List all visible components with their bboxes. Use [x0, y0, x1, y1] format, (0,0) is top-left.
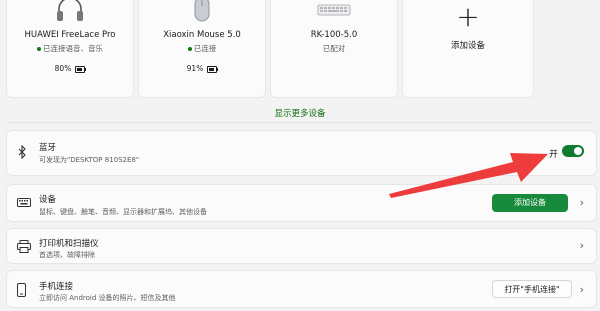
- headphones-icon: [55, 0, 85, 27]
- battery-icon: [75, 65, 87, 73]
- plus-icon: +: [456, 0, 480, 33]
- device-battery: 80%: [7, 64, 133, 73]
- divider: [6, 122, 594, 123]
- keyboard-devices-icon: [17, 198, 31, 211]
- chevron-right-icon[interactable]: ›: [580, 283, 584, 296]
- battery-icon: [207, 65, 219, 73]
- printers-row[interactable]: 打印机和扫描仪 首选项、故障排除 ›: [6, 228, 597, 264]
- device-name: HUAWEI FreeLace Pro: [24, 30, 116, 40]
- device-card-keyboard[interactable]: RK-100-5.0 已配对: [270, 0, 398, 98]
- connected-dot-icon: [187, 47, 192, 51]
- row-title: 打印机和扫描仪: [39, 239, 99, 249]
- device-status-text: 已连接: [193, 44, 217, 53]
- bluetooth-icon: [17, 144, 27, 162]
- add-device-button[interactable]: 添加设备: [492, 194, 568, 212]
- bluetooth-row: 蓝牙 可发现为"DESKTOP 810S2E8" 开: [6, 130, 597, 176]
- row-title: 蓝牙: [39, 143, 57, 153]
- device-name: Xiaoxin Mouse 5.0: [163, 30, 241, 40]
- battery-percent: 91%: [186, 64, 204, 73]
- keyboard-icon: [316, 0, 352, 29]
- printer-icon: [17, 240, 31, 256]
- row-subtitle: 首选项、故障排除: [39, 251, 95, 259]
- device-card-huawei[interactable]: HUAWEI FreeLace Pro 已连接语音、音乐 80%: [6, 0, 134, 98]
- device-status: 已配对: [322, 44, 346, 53]
- add-device-label: 添加设备: [450, 41, 485, 51]
- chevron-right-icon[interactable]: ›: [580, 239, 584, 252]
- toggle-label: 开: [548, 150, 558, 160]
- show-more-devices-link[interactable]: 显示更多设备: [0, 107, 600, 119]
- device-status: 已连接: [139, 43, 265, 54]
- device-name: RK-100-5.0: [310, 30, 358, 40]
- phone-icon: [17, 283, 26, 300]
- row-title: 手机连接: [39, 282, 74, 292]
- devices-row[interactable]: 设备 鼠标、键盘、触笔、音频、显示器和扩展坞、其他设备 添加设备 ›: [6, 184, 597, 222]
- row-title: 设备: [39, 195, 57, 205]
- bluetooth-toggle[interactable]: [562, 145, 584, 157]
- device-battery: 91%: [139, 64, 265, 73]
- phone-link-row[interactable]: 手机连接 立即访问 Android 设备的照片、短信及其他 打开"手机连接" ›: [6, 270, 597, 308]
- device-card-mouse[interactable]: Xiaoxin Mouse 5.0 已连接 91%: [138, 0, 266, 98]
- open-phone-link-button[interactable]: 打开"手机连接": [492, 280, 572, 298]
- row-subtitle: 立即访问 Android 设备的照片、短信及其他: [39, 294, 176, 302]
- mouse-icon: [192, 0, 212, 29]
- row-subtitle: 可发现为"DESKTOP 810S2E8": [39, 156, 140, 164]
- battery-percent: 80%: [54, 64, 72, 73]
- chevron-right-icon[interactable]: ›: [580, 196, 584, 209]
- connected-dot-icon: [37, 47, 41, 51]
- add-device-card[interactable]: + 添加设备: [402, 0, 534, 98]
- row-subtitle: 鼠标、键盘、触笔、音频、显示器和扩展坞、其他设备: [39, 208, 207, 216]
- device-status: 已连接语音、音乐: [7, 43, 133, 54]
- device-status-text: 已连接语音、音乐: [43, 44, 103, 53]
